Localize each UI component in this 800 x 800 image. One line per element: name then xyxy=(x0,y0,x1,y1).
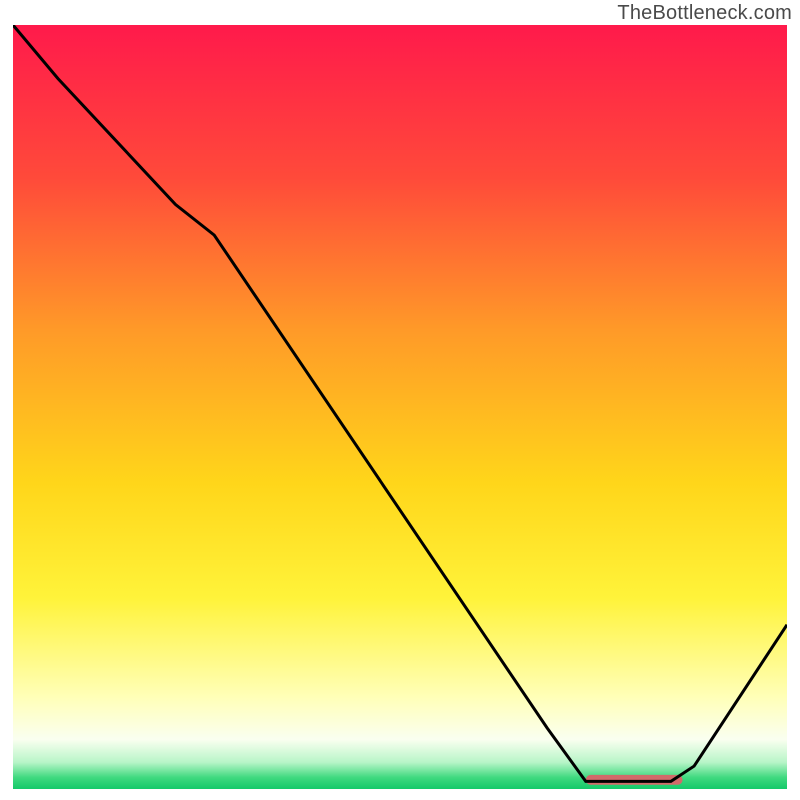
watermark-text: TheBottleneck.com xyxy=(617,2,792,25)
plot-area xyxy=(13,25,787,789)
optimal-range-bar xyxy=(586,775,683,785)
gradient-background xyxy=(13,25,787,789)
plot-svg xyxy=(13,25,787,789)
bottleneck-chart: TheBottleneck.com xyxy=(0,0,800,800)
